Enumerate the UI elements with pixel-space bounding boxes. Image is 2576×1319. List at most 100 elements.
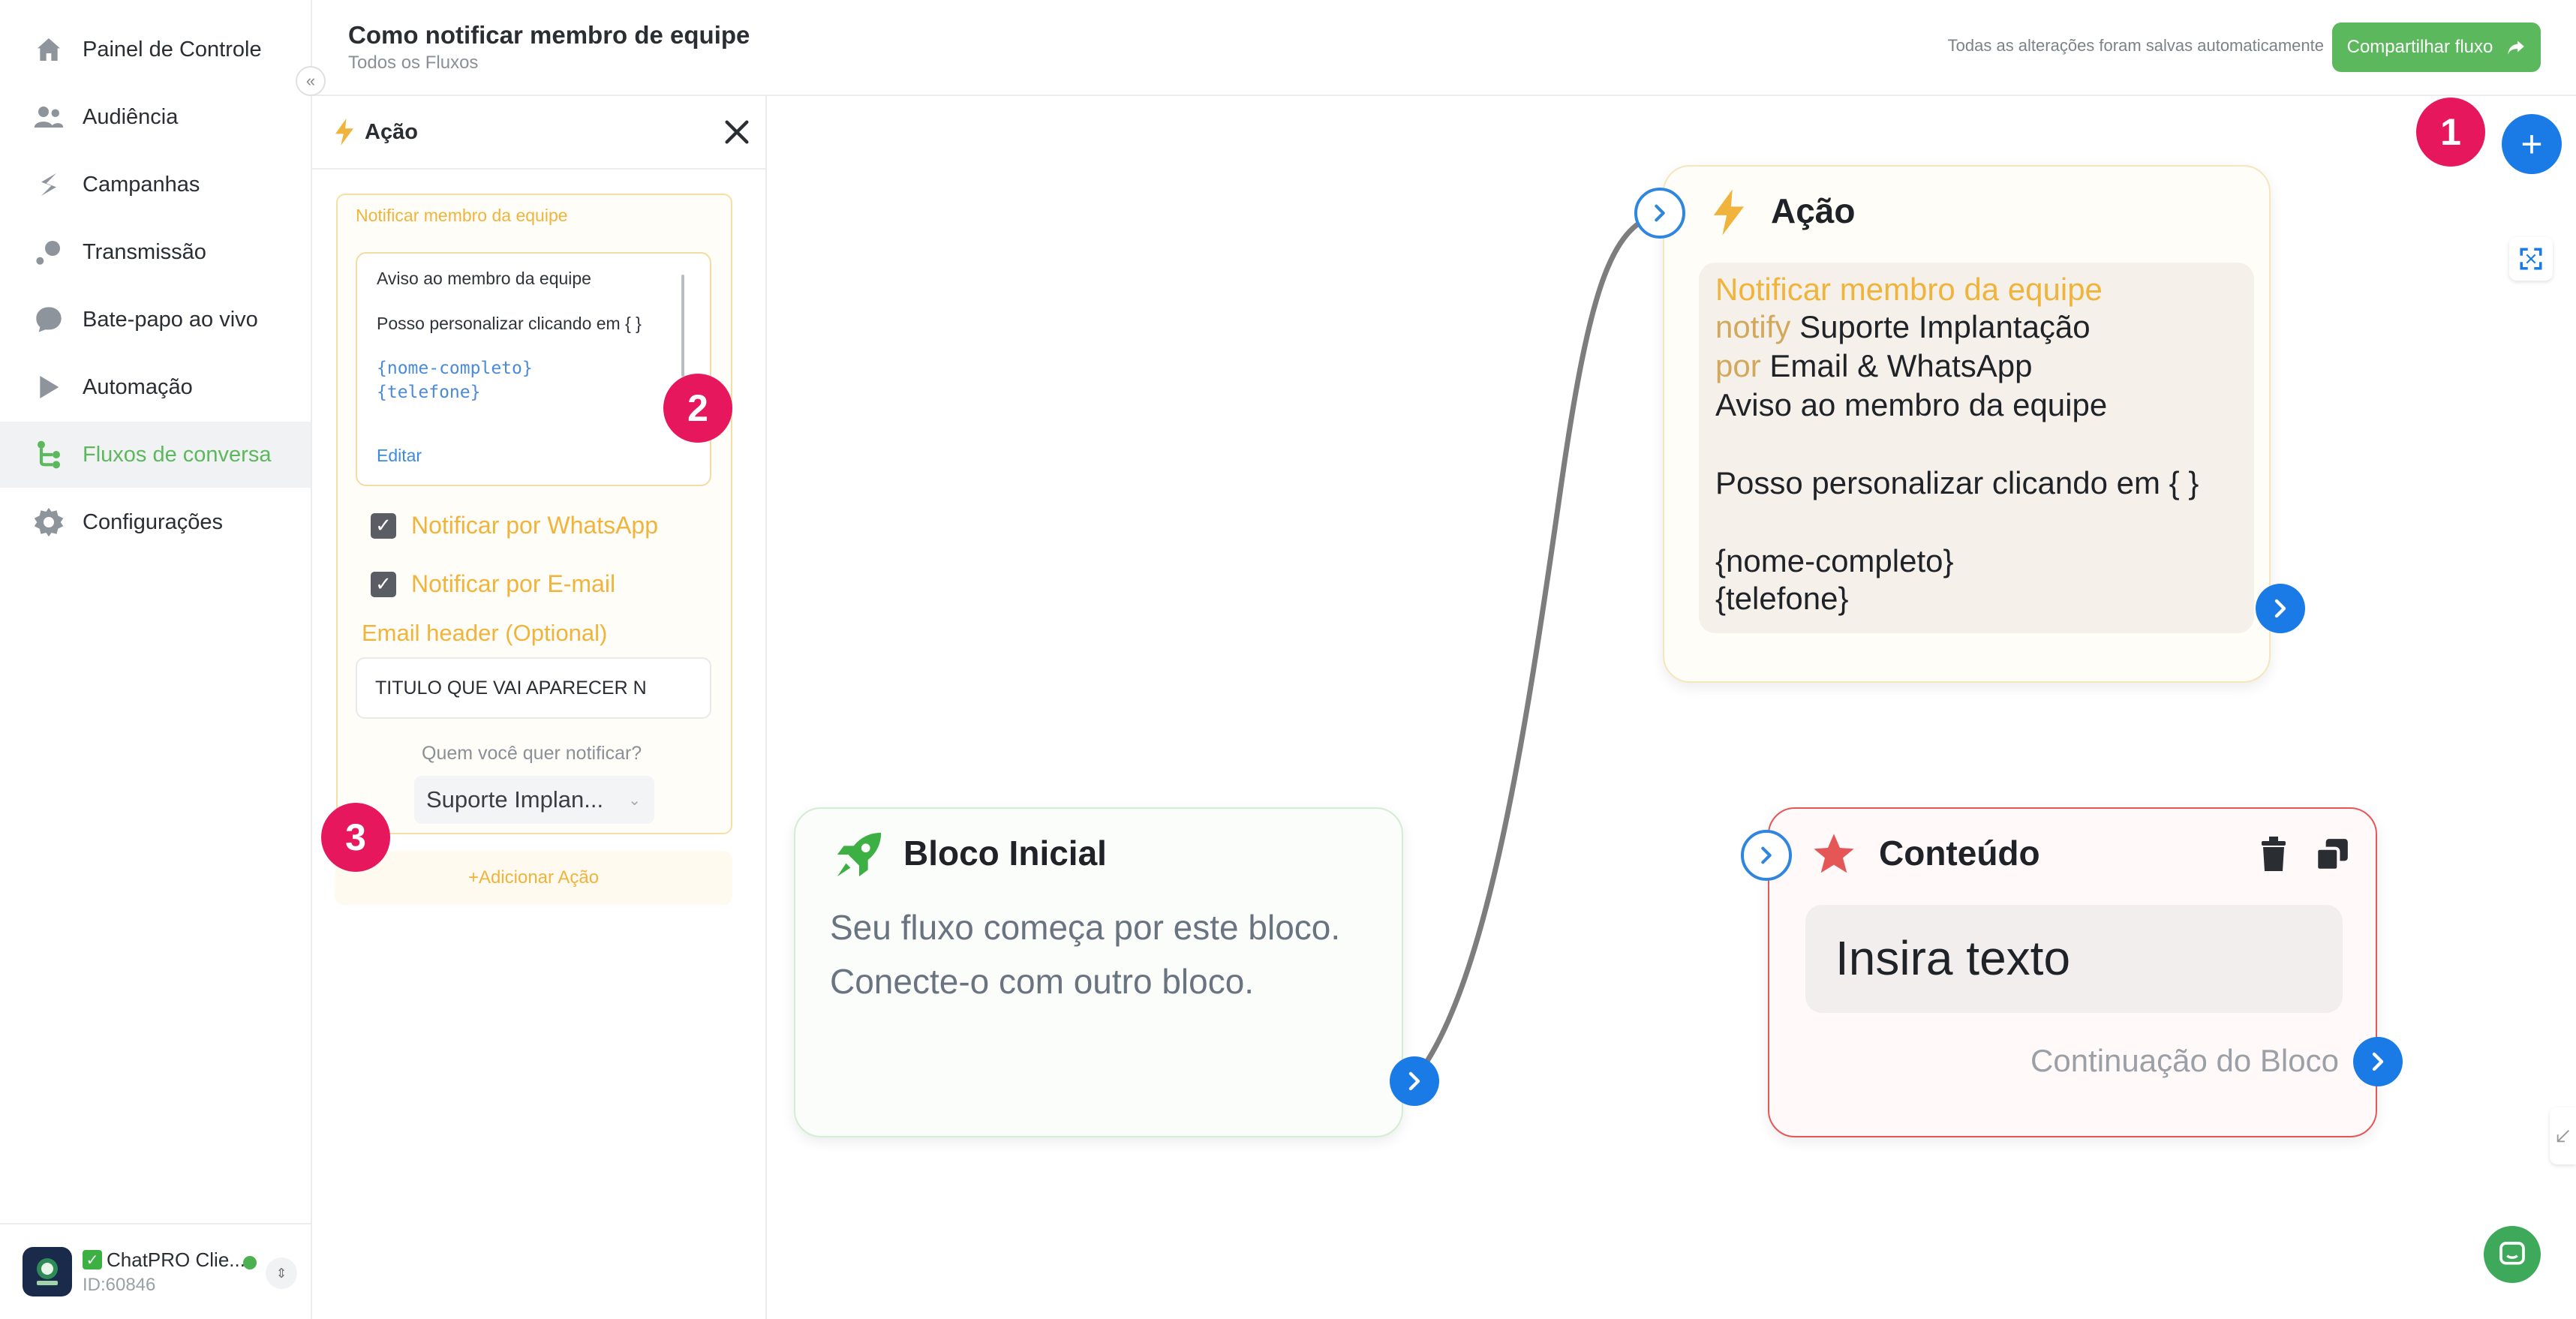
email-header-input[interactable]: TITULO QUE VAI APARECER N bbox=[356, 657, 711, 719]
top-header: Como notificar membro de equipe Todos os… bbox=[312, 0, 2576, 96]
chevron-down-icon: ⌄ bbox=[628, 792, 641, 809]
add-block-button[interactable]: + bbox=[2502, 114, 2562, 174]
edit-message-link[interactable]: Editar bbox=[377, 446, 422, 466]
action-node-var-telefone: {telefone} bbox=[1715, 581, 1849, 616]
message-scrollbar[interactable] bbox=[681, 275, 684, 377]
notify-whatsapp-row[interactable]: ✓ Notificar por WhatsApp bbox=[371, 512, 658, 539]
profile-area[interactable]: ✓ ChatPRO Clie... ID:60846 ⇕ bbox=[0, 1223, 311, 1319]
message-line-2: Posso personalizar clicando em { } bbox=[377, 314, 642, 333]
gear-icon bbox=[32, 505, 66, 539]
chat-bubble-icon bbox=[32, 302, 66, 337]
share-arrow-icon bbox=[2508, 41, 2525, 55]
add-action-button[interactable]: +Adicionar Ação bbox=[335, 851, 732, 905]
collapse-sidebar-button[interactable]: « bbox=[296, 66, 326, 96]
notify-prefix: notify bbox=[1715, 309, 1791, 344]
chevron-right-icon bbox=[2274, 599, 2286, 618]
step-badge-3: 3 bbox=[321, 803, 390, 872]
sidebar-item-label: Bate-papo ao vivo bbox=[83, 307, 258, 332]
start-node-description: Seu fluxo começa por este bloco. Conecte… bbox=[830, 900, 1340, 1008]
action-node-line-5: Posso personalizar clicando em { } bbox=[1715, 465, 2199, 500]
channels: Email & WhatsApp bbox=[1769, 348, 2033, 383]
sidebar-item-label: Painel de Controle bbox=[83, 37, 262, 62]
online-status-dot bbox=[243, 1256, 257, 1269]
step-badge-1: 1 bbox=[2416, 98, 2485, 167]
action-node-line-channels: por Email & WhatsApp bbox=[1715, 348, 2033, 384]
share-flow-button[interactable]: Compartilhar fluxo bbox=[2332, 23, 2541, 72]
chat-icon bbox=[2499, 1242, 2525, 1265]
start-node-output-handle[interactable] bbox=[1390, 1056, 1439, 1106]
action-node-input-handle[interactable] bbox=[1634, 188, 1685, 239]
bolt-icon bbox=[1713, 189, 1745, 236]
notify-whatsapp-checkbox[interactable]: ✓ bbox=[371, 512, 396, 539]
start-desc-line-1: Seu fluxo começa por este bloco. bbox=[830, 908, 1341, 947]
email-header-label: Email header (Optional) bbox=[362, 620, 608, 646]
action-node-output-handle[interactable] bbox=[2256, 584, 2305, 633]
autosave-status: Todas as alterações foram salvas automat… bbox=[1947, 36, 2324, 55]
chevron-right-icon bbox=[1655, 204, 1665, 222]
avatar bbox=[23, 1247, 72, 1296]
sidebar-item-label: Configurações bbox=[83, 509, 223, 534]
campaign-icon bbox=[32, 167, 66, 202]
sidebar-item-bate-papo[interactable]: Bate-papo ao vivo bbox=[0, 287, 311, 353]
notify-email-label: Notificar por E-mail bbox=[411, 570, 616, 597]
who-notify-label: Quem você quer notificar? bbox=[422, 743, 642, 764]
content-node-input-handle[interactable] bbox=[1741, 830, 1792, 881]
bolt-icon bbox=[335, 119, 353, 146]
sidebar-item-fluxos[interactable]: Fluxos de conversa bbox=[0, 422, 311, 488]
fullscreen-button[interactable] bbox=[2509, 237, 2553, 281]
broadcast-icon bbox=[32, 235, 66, 269]
action-node-line-notify: notify Suporte Implantação bbox=[1715, 309, 2091, 345]
star-icon bbox=[1814, 834, 1854, 873]
play-icon bbox=[32, 370, 66, 404]
collapse-side-tab[interactable] bbox=[2550, 1107, 2576, 1164]
message-var-telefone: {telefone} bbox=[377, 383, 481, 402]
home-icon bbox=[32, 32, 66, 67]
who-notify-select[interactable]: Suporte Implan... ⌄ bbox=[414, 776, 654, 824]
por-prefix: por bbox=[1715, 348, 1761, 383]
sidebar-item-label: Automação bbox=[83, 374, 193, 399]
notify-email-checkbox[interactable]: ✓ bbox=[371, 571, 396, 597]
rocket-icon bbox=[837, 832, 882, 877]
sidebar-item-transmissao[interactable]: Transmissão bbox=[0, 219, 311, 285]
content-node-title: Conteúdo bbox=[1879, 834, 2040, 873]
content-placeholder[interactable]: Insira texto bbox=[1835, 930, 2070, 986]
account-switch-icon[interactable]: ⇕ bbox=[266, 1257, 297, 1289]
trash-icon[interactable] bbox=[2259, 836, 2289, 873]
start-node-title: Bloco Inicial bbox=[903, 834, 1107, 873]
sidebar-item-audiencia[interactable]: Audiência bbox=[0, 84, 311, 150]
action-node-line-4: Aviso ao membro da equipe bbox=[1715, 387, 2108, 422]
action-node-title: Ação bbox=[1771, 191, 1856, 230]
notify-email-row[interactable]: ✓ Notificar por E-mail bbox=[371, 570, 615, 598]
duplicate-icon[interactable] bbox=[2313, 836, 2352, 873]
verified-check-icon: ✓ bbox=[83, 1250, 102, 1269]
message-line-1: Aviso ao membro da equipe bbox=[377, 269, 591, 288]
block-continuation-label: Continuação do Bloco bbox=[2030, 1043, 2339, 1078]
sidebar-item-campanhas[interactable]: Campanhas bbox=[0, 152, 311, 218]
action-node-line-notify-member: Notificar membro da equipe bbox=[1715, 272, 2103, 307]
sidebar-item-automacao[interactable]: Automação bbox=[0, 354, 311, 420]
close-icon[interactable] bbox=[722, 117, 752, 147]
start-desc-line-2: Conecte-o com outro bloco. bbox=[830, 962, 1255, 1001]
action-card-title: Notificar membro da equipe bbox=[356, 206, 568, 225]
sidebar-item-label: Campanhas bbox=[83, 172, 200, 197]
profile-id: ID:60846 bbox=[83, 1274, 156, 1295]
fullscreen-icon bbox=[2520, 248, 2542, 270]
sidebar-item-label: Transmissão bbox=[83, 239, 206, 264]
content-node-output-handle[interactable] bbox=[2353, 1037, 2403, 1086]
minimize-icon bbox=[2556, 1130, 2569, 1143]
panel-header: Ação bbox=[312, 96, 765, 170]
breadcrumb[interactable]: Todos os Fluxos bbox=[348, 53, 478, 74]
page-title: Como notificar membro de equipe bbox=[348, 21, 750, 49]
sidebar-item-label: Fluxos de conversa bbox=[83, 442, 272, 467]
share-flow-label: Compartilhar fluxo bbox=[2346, 37, 2493, 57]
action-node-var-nome: {nome-completo} bbox=[1715, 543, 1954, 578]
support-chat-button[interactable] bbox=[2484, 1226, 2541, 1283]
chevron-right-icon bbox=[1761, 846, 1772, 864]
chevron-right-icon bbox=[2372, 1052, 2384, 1071]
notify-target: Suporte Implantação bbox=[1799, 309, 2091, 344]
sidebar-item-configuracoes[interactable]: Configurações bbox=[0, 489, 311, 555]
users-icon bbox=[32, 100, 66, 134]
sidebar-item-painel[interactable]: Painel de Controle bbox=[0, 17, 311, 83]
who-notify-value: Suporte Implan... bbox=[426, 786, 604, 813]
profile-name: ChatPRO Clie... bbox=[107, 1248, 245, 1271]
